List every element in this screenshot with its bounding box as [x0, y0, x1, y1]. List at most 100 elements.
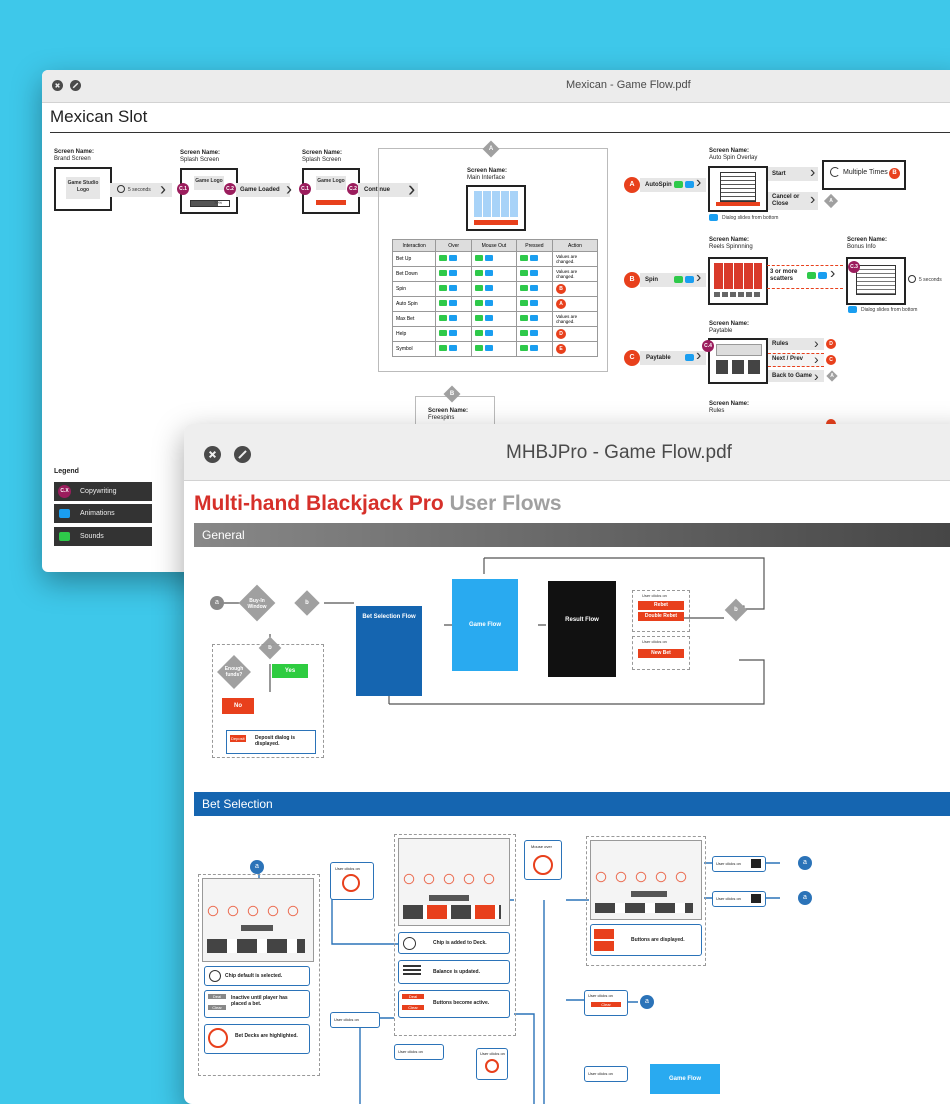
control-bar — [714, 292, 762, 297]
user-clicks-label: User clicks on — [334, 1017, 359, 1022]
sound-icon — [439, 270, 448, 276]
next-prev-label: Next / Prev — [772, 356, 804, 362]
copy-badge: C.3 — [848, 261, 860, 273]
animation-icon — [449, 345, 458, 351]
main-interface-name: Main Interface — [467, 175, 506, 181]
button-row — [207, 939, 305, 953]
timer-icon — [908, 275, 916, 283]
animation-icon — [449, 315, 458, 321]
action-cell: E — [552, 341, 598, 357]
titlebar: Mexican - Game Flow.pdf — [42, 70, 950, 103]
balance-updated-text: Balance is updated. — [433, 969, 480, 975]
main-interface-frame — [466, 185, 526, 231]
mouse-over-chip: Mouse over — [524, 840, 562, 880]
table-row: Help D — [391, 326, 598, 342]
animation-icon — [685, 181, 694, 188]
action-text: Values are changed. — [556, 314, 578, 324]
legend-copywriting: C.X Copywriting — [54, 482, 152, 501]
user-clicks-label: User clicks on — [588, 1071, 613, 1076]
legend-label: Animations — [80, 510, 115, 517]
game-flow-box[interactable]: Game Flow — [650, 1064, 720, 1094]
bet-decks-note: Bet Decks are highlighted. — [204, 1024, 310, 1054]
chevron-right-icon: › — [810, 191, 816, 208]
table-screenshot — [202, 878, 314, 962]
marker-a-diamond: A — [482, 140, 500, 158]
loading-percent: 70% — [214, 200, 223, 205]
reel-grid — [474, 191, 518, 217]
buttons-displayed-note: Buttons are displayed. — [590, 924, 702, 956]
sound-icon — [439, 345, 448, 351]
marker-a-diamond: A — [823, 193, 839, 209]
inactive-note: Deal Clear Inactive until player has pla… — [204, 990, 310, 1018]
interaction-label: Auto Spin — [391, 296, 437, 312]
paytable-content — [716, 344, 762, 356]
chevron-right-icon: › — [814, 351, 819, 367]
animation-icon — [59, 509, 70, 518]
chip-added-note: Chip is added to Deck. — [398, 932, 510, 954]
brand-screen-frame: Game Studio Logo — [54, 167, 112, 211]
sound-icon — [519, 285, 528, 291]
game-loaded-label: Game Loaded — [240, 187, 280, 193]
feedback-cell — [470, 251, 517, 267]
marker-a-diamond: A — [826, 370, 838, 382]
user-clicks-label: User clicks on — [588, 993, 613, 998]
chevron-right-icon: › — [814, 335, 819, 351]
overlay-dialog — [720, 172, 756, 202]
paytable-name: Paytable — [709, 328, 733, 334]
paytable-label: Paytable — [646, 355, 671, 361]
feedback-cell — [470, 296, 517, 312]
col-header: Action — [552, 239, 598, 252]
balance-note: Balance is updated. — [398, 960, 510, 984]
col-header: Interaction — [391, 239, 437, 252]
action-text: Values are changed. — [556, 269, 578, 279]
chevron-right-icon: › — [696, 347, 702, 364]
animation-icon — [484, 315, 493, 321]
chip-row — [241, 925, 273, 931]
sound-icon — [474, 330, 483, 336]
close-icon[interactable] — [52, 80, 63, 91]
user-clicks-chip: User clicks on — [394, 1044, 444, 1060]
freespins-name: Freespins — [428, 415, 455, 421]
action-text: Values are changed. — [556, 254, 578, 264]
minimize-icon[interactable] — [70, 80, 81, 91]
animation-icon — [484, 345, 493, 351]
interaction-label: Help — [391, 326, 437, 342]
cancel-close-label: Cancel or Close — [772, 194, 800, 207]
marker-c: C — [624, 350, 640, 366]
screen-name-label: Screen Name: — [709, 148, 750, 154]
animation-icon — [818, 272, 827, 279]
reels-frame — [708, 257, 768, 305]
copy-badge: C.1 — [177, 183, 189, 195]
spin-bar — [716, 202, 760, 206]
bonus-dialog — [856, 265, 896, 295]
action-marker: D — [556, 329, 566, 339]
chevron-right-icon: › — [160, 179, 166, 199]
delay-label: 5 seconds — [128, 187, 151, 193]
multiple-times-label: Multiple Times — [843, 169, 888, 176]
feedback-cell — [470, 326, 517, 342]
game-logo: Game Logo — [316, 176, 346, 190]
scatters-label: 3 or more scatters — [770, 269, 798, 282]
animation-icon — [449, 270, 458, 276]
chevron-right-icon: › — [696, 269, 702, 286]
user-clicks-label: User clicks on — [716, 861, 741, 866]
user-clicks-label: User clicks on — [398, 1049, 423, 1054]
clear-label: Clear — [591, 1002, 621, 1007]
buttons-active-text: Buttons become active. — [433, 1000, 490, 1006]
chip-row — [631, 891, 667, 897]
animation-icon — [529, 315, 538, 321]
feedback-cell — [470, 266, 517, 282]
table-row: Bet Down Values are changed. — [391, 266, 598, 282]
screen-name-label: Screen Name: — [709, 237, 750, 243]
rules-label: Rules — [772, 341, 789, 347]
animation-icon — [449, 285, 458, 291]
feedback-cell — [435, 341, 472, 357]
chevron-right-icon: › — [696, 174, 702, 191]
action-cell: D — [552, 326, 598, 342]
marker-b-diamond: B — [443, 385, 461, 403]
sound-icon — [674, 276, 683, 283]
screen-name-label: Screen Name: — [54, 149, 95, 155]
legend-label: Sounds — [80, 533, 104, 540]
animation-icon — [449, 255, 458, 261]
window-mhbjpro-game-flow: MHBJPro - Game Flow.pdf Multi-hand Black… — [184, 424, 950, 1104]
